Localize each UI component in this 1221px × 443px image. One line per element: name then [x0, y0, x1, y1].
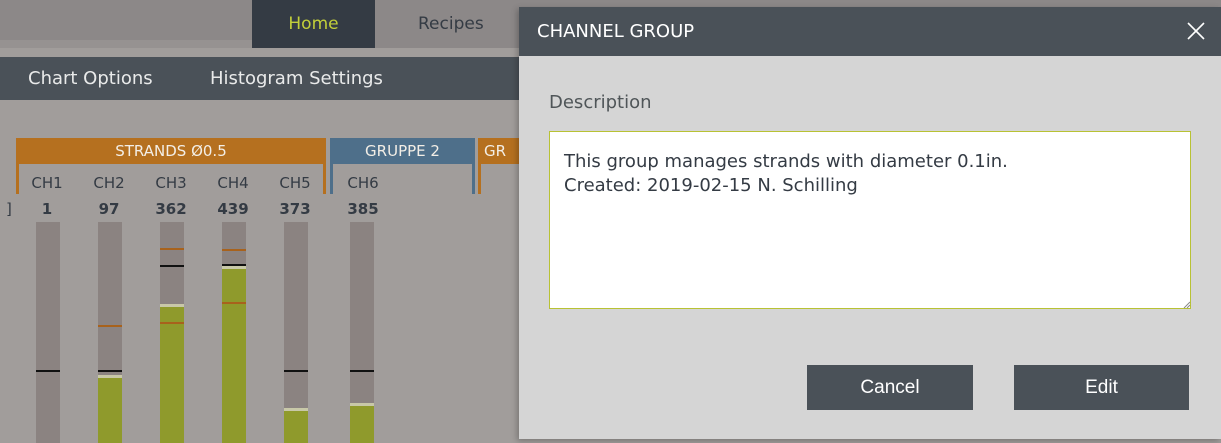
nav-tab-home[interactable]: Home: [252, 0, 375, 48]
channel-value: 362: [155, 200, 187, 218]
channel-group-header[interactable]: GRUPPE 2: [330, 138, 475, 164]
channel-label: CH3: [155, 174, 187, 192]
channel-bar-cap: [222, 266, 246, 270]
channel-value: 97: [98, 200, 120, 218]
channel-bar-cap: [98, 374, 122, 378]
channel-bar-marker: [160, 248, 184, 250]
channel-group-dialog: CHANNEL GROUP Description This group man…: [519, 7, 1221, 439]
channel-bar-marker: [222, 249, 246, 251]
channel-bar-marker: [222, 302, 246, 304]
topbar-shade: [0, 40, 252, 48]
close-icon[interactable]: [1181, 16, 1211, 46]
channel-bar-fill: [350, 403, 374, 443]
channel-bar-fill: [222, 266, 246, 443]
channel-label: CH5: [279, 174, 311, 192]
channel-bar[interactable]: [350, 222, 374, 443]
channel-bar-marker: [160, 265, 184, 267]
channel-bar-marker: [222, 264, 246, 266]
resize-grip-icon[interactable]: [1183, 301, 1191, 309]
channel-bar[interactable]: [160, 222, 184, 443]
channel-bar-fill: [284, 407, 308, 443]
channel-bar[interactable]: [36, 222, 60, 443]
edit-button[interactable]: Edit: [1014, 365, 1189, 410]
channel-value: 439: [217, 200, 249, 218]
channel-bar-marker: [98, 370, 122, 372]
channel-label: CH6: [347, 174, 379, 192]
channel-bar-marker: [284, 370, 308, 372]
channel-bar-cap: [160, 303, 184, 307]
description-textarea[interactable]: This group manages strands with diameter…: [549, 131, 1191, 309]
channel-bar-marker: [160, 322, 184, 324]
bracket-glyph: ]: [6, 200, 12, 218]
channel-label: CH4: [217, 174, 249, 192]
channel-value: 1: [41, 200, 53, 218]
channel-bar-fill: [98, 374, 122, 443]
channel-label: CH1: [31, 174, 63, 192]
description-label: Description: [549, 92, 652, 113]
channel-bar-marker: [36, 370, 60, 372]
chart-options-menu[interactable]: Chart Options: [28, 57, 153, 100]
channel-group-header[interactable]: STRANDS Ø0.5: [16, 138, 326, 164]
channel-value: 373: [279, 200, 311, 218]
histogram-settings-menu[interactable]: Histogram Settings: [210, 57, 383, 100]
channel-bar-cap: [284, 407, 308, 411]
channel-bar-marker: [350, 370, 374, 372]
nav-tab-recipes[interactable]: Recipes: [418, 0, 484, 48]
channel-bar[interactable]: [222, 222, 246, 443]
dialog-header: CHANNEL GROUP: [519, 7, 1221, 56]
channel-label: CH2: [93, 174, 125, 192]
channel-bar-cap: [350, 403, 374, 407]
dialog-title: CHANNEL GROUP: [537, 21, 695, 42]
cancel-button[interactable]: Cancel: [807, 365, 973, 410]
channel-bar[interactable]: [284, 222, 308, 443]
channel-bar[interactable]: [98, 222, 122, 443]
channel-bar-marker: [98, 325, 122, 327]
channel-bar-fill: [160, 303, 184, 443]
close-icon-glyph: [1187, 22, 1205, 40]
channel-value: 385: [347, 200, 379, 218]
